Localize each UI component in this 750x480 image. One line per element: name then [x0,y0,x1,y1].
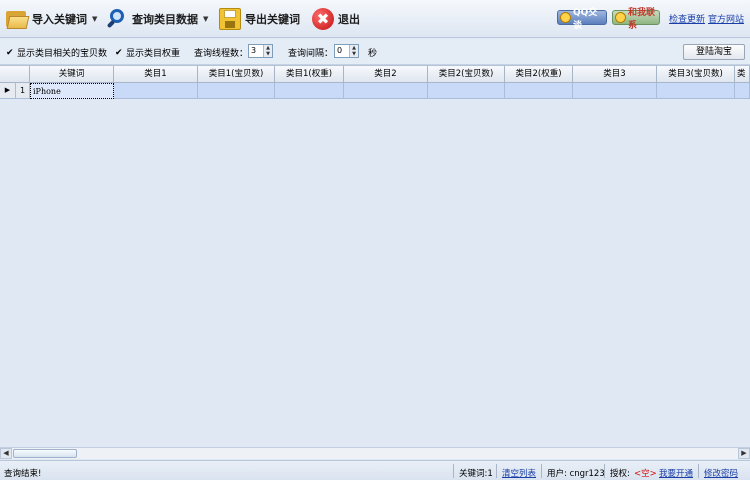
threads-stepper[interactable]: 3 ▲ ▼ [248,44,273,58]
scrollbar-thumb[interactable] [13,449,77,458]
check-update-link[interactable]: 检查更新 [669,12,705,25]
qq-face-icon [560,12,571,23]
column-header-cat1-count[interactable]: 类目1(宝贝数) [198,66,275,83]
auth-label: 授权: [610,469,630,479]
table-cell[interactable] [735,83,750,99]
status-bar: 查询结束! 关键词:1 清空列表 用户: cngr123 授权: <空> 我要开… [0,460,750,480]
official-site-link[interactable]: 官方网站 [708,12,744,25]
status-divider [453,464,454,478]
change-password-link[interactable]: 修改密码 [704,467,738,479]
column-header-cat3-count[interactable]: 类目3(宝贝数) [657,66,735,83]
show-weight-label: 显示类目权重 [126,49,181,59]
auth-value: <空> [634,469,657,479]
keyword-grid: 关键词 类目1 类目1(宝贝数) 类目1(权重) 类目2 类目2(宝贝数) 类目… [0,65,750,460]
clear-list-link[interactable]: 清空列表 [502,467,536,479]
show-bao-count-checkbox[interactable]: ✔ 显示类目相关的宝贝数 [6,46,107,59]
column-header-cat1-weight[interactable]: 类目1(权重) [275,66,344,83]
query-category-data-button[interactable]: 查询类目数据 ▼ [106,5,208,33]
stepper-arrows[interactable]: ▲ ▼ [263,45,272,57]
table-cell[interactable] [505,83,573,99]
magnifier-icon [106,8,128,30]
column-header-keyword[interactable]: 关键词 [30,66,114,83]
status-divider [541,464,542,478]
scroll-right-icon[interactable]: ▶ [738,448,750,459]
row-indicator-icon[interactable]: ▶ [0,83,16,99]
query-category-data-label: 查询类目数据 [132,13,198,26]
status-message: 查询结束! [4,469,42,479]
user-info: 用户: cngr123 [547,469,605,479]
contact-me-button[interactable]: 和我联系 [612,8,660,31]
interval-value: 0 [337,46,343,55]
interval-label: 查询间隔： [288,49,334,59]
table-cell[interactable] [198,83,275,99]
main-toolbar: 导入关键词 ▼ 查询类目数据 ▼ 导出关键词 ✖ 退出 QQ交谈 和我联系 检查… [0,0,750,38]
exit-button[interactable]: ✖ 退出 [312,5,360,33]
exit-label: 退出 [338,13,360,26]
contact-face-icon [615,12,626,23]
export-keywords-label: 导出关键词 [245,13,300,26]
contact-me-label: 和我联系 [628,7,656,31]
checkmark-icon: ✔ [6,47,14,58]
seconds-unit: 秒 [368,49,378,59]
table-cell[interactable] [573,83,657,99]
row-number: 1 [16,83,30,99]
keyword-cell[interactable]: iPhone [30,83,114,99]
dropdown-caret-icon[interactable]: ▼ [92,15,97,23]
activate-link[interactable]: 我要开通 [659,467,693,479]
scroll-left-icon[interactable]: ◀ [0,448,12,459]
horizontal-scrollbar[interactable]: ◀ ▶ [0,447,750,459]
table-cell[interactable] [344,83,428,99]
login-taobao-button[interactable]: 登陆淘宝 [683,44,745,60]
column-header-cat3[interactable]: 类目3 [573,66,657,83]
table-cell[interactable] [114,83,198,99]
show-bao-count-label: 显示类目相关的宝贝数 [17,49,108,59]
folder-open-icon [6,8,30,30]
column-header-cat2[interactable]: 类目2 [344,66,428,83]
column-header-cat1[interactable]: 类目1 [114,66,198,83]
checkmark-icon: ✔ [115,47,123,58]
status-divider [698,464,699,478]
grid-corner-header [0,66,30,83]
threads-value: 3 [251,46,257,55]
show-weight-checkbox[interactable]: ✔ 显示类目权重 [115,46,180,59]
import-keywords-label: 导入关键词 [32,13,87,26]
export-keywords-button[interactable]: 导出关键词 [219,5,300,33]
options-bar: ✔ 显示类目相关的宝贝数 ✔ 显示类目权重 查询线程数： 3 ▲ ▼ 查询间隔：… [0,39,750,65]
import-keywords-button[interactable]: 导入关键词 ▼ [6,5,97,33]
status-divider [496,464,497,478]
qq-chat-label: QQ交谈 [573,7,598,31]
status-divider [604,464,605,478]
qq-chat-button[interactable]: QQ交谈 [557,8,607,31]
stepper-down-icon[interactable]: ▼ [264,51,272,57]
dropdown-caret-icon[interactable]: ▼ [203,15,208,23]
table-cell[interactable] [275,83,344,99]
red-x-exit-icon: ✖ [312,8,334,30]
column-header-cat2-count[interactable]: 类目2(宝贝数) [428,66,505,83]
interval-stepper[interactable]: 0 ▲ ▼ [334,44,359,58]
stepper-down-icon[interactable]: ▼ [350,51,358,57]
table-cell[interactable] [657,83,735,99]
column-header-cat2-weight[interactable]: 类目2(权重) [505,66,573,83]
threads-label: 查询线程数： [194,49,249,59]
floppy-disk-icon [219,8,241,30]
stepper-arrows[interactable]: ▲ ▼ [349,45,358,57]
keyword-count: 关键词:1 [459,469,493,479]
column-header-cat3-weight-partial[interactable]: 类 [735,66,750,83]
table-cell[interactable] [428,83,505,99]
